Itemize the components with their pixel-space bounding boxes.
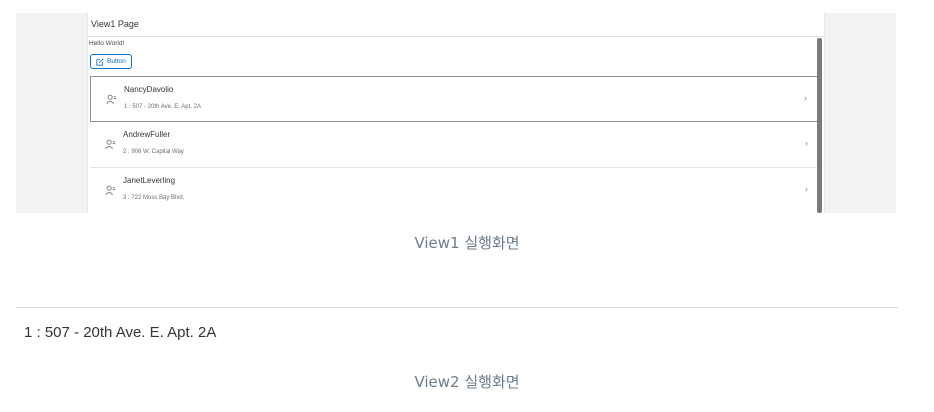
- employee-name: JanetLeverling: [123, 176, 176, 185]
- hello-text: Hello World!: [89, 40, 125, 47]
- chevron-right-icon: ›: [805, 138, 808, 148]
- view2-address-text: 1 : 507 - 20th Ave. E. Apt. 2A: [24, 324, 217, 341]
- list-item[interactable]: AndrewFuller 2 : 908 W. Capital Way ›: [90, 122, 818, 168]
- employee-icon: [105, 137, 116, 155]
- page-title: View1 Page: [88, 13, 824, 37]
- employee-address: 1 : 507 - 20th Ave. E. Apt. 2A: [124, 104, 201, 110]
- scrollbar[interactable]: [817, 38, 822, 213]
- chevron-right-icon: ›: [805, 184, 808, 194]
- divider: [16, 307, 898, 308]
- view1-screenshot: View1 Page Hello World! Button NancyDavo…: [16, 13, 896, 213]
- employee-name: AndrewFuller: [123, 130, 171, 139]
- edit-icon: [96, 58, 104, 66]
- list-item[interactable]: JanetLeverling 3 : 722 Moss Bay Blvd. ›: [90, 168, 818, 213]
- chevron-right-icon: ›: [804, 93, 807, 103]
- employee-icon: [105, 183, 116, 201]
- employee-name: NancyDavolio: [124, 85, 174, 94]
- caption-view2: View2 실행화면: [414, 373, 520, 391]
- employee-list: NancyDavolio 1 : 507 - 20th Ave. E. Apt.…: [90, 76, 818, 213]
- caption-view1: View1 실행화면: [414, 234, 520, 252]
- employee-icon: [106, 92, 117, 110]
- view1-page: View1 Page Hello World! Button NancyDavo…: [87, 13, 825, 213]
- list-item[interactable]: NancyDavolio 1 : 507 - 20th Ave. E. Apt.…: [90, 76, 818, 122]
- button[interactable]: Button: [90, 54, 132, 69]
- employee-address: 2 : 908 W. Capital Way: [123, 149, 184, 155]
- employee-address: 3 : 722 Moss Bay Blvd.: [123, 195, 185, 201]
- button-label: Button: [107, 58, 126, 65]
